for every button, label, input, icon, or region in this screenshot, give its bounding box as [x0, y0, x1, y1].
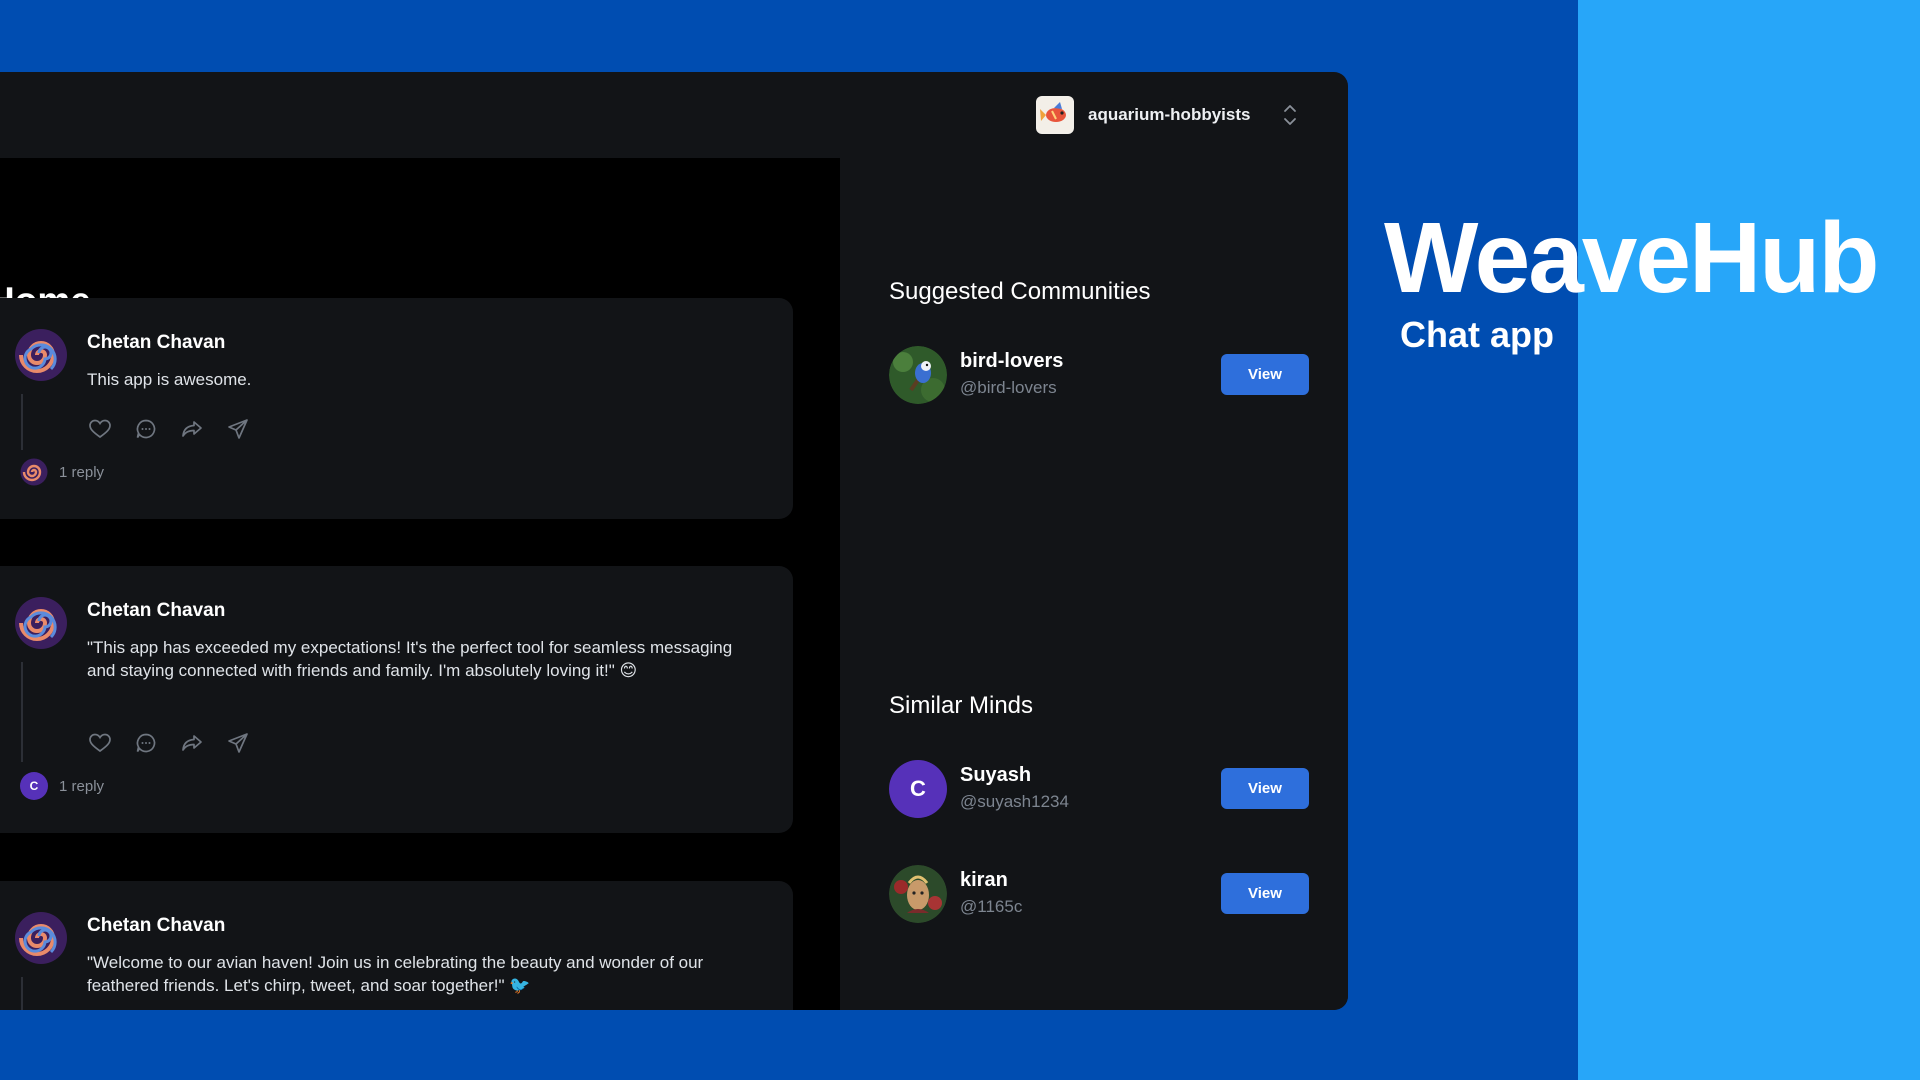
- post-author[interactable]: Chetan Chavan: [87, 915, 225, 937]
- app-window: aquarium-hobbyists Home Chetan Chavan Th…: [0, 72, 1348, 1010]
- view-community-button[interactable]: View: [1221, 354, 1309, 395]
- avatar[interactable]: [14, 596, 68, 650]
- brand-title: WeaveHub: [1384, 202, 1879, 314]
- organization-avatar: [1036, 96, 1074, 134]
- user-card: kiran @1165c View: [889, 865, 1309, 923]
- avatar[interactable]: [14, 328, 68, 382]
- reply-count: 1 reply: [59, 777, 105, 795]
- bird-image-icon: [889, 346, 947, 404]
- comment-icon[interactable]: [133, 730, 159, 756]
- chevron-updown-icon: [1284, 105, 1296, 125]
- reply-summary[interactable]: C 1 reply: [20, 772, 104, 800]
- fish-icon: [1038, 98, 1072, 132]
- thread-line: [21, 662, 23, 762]
- view-user-button[interactable]: View: [1221, 873, 1309, 914]
- brand-block: WeaveHub Chat app: [1384, 202, 1879, 355]
- suggested-communities-title: Suggested Communities: [889, 278, 1151, 305]
- brand-subtitle: Chat app: [1400, 314, 1555, 355]
- thread-line: [21, 394, 23, 450]
- share-icon[interactable]: [179, 416, 205, 442]
- post-content: "This app has exceeded my expectations! …: [87, 638, 733, 680]
- community-avatar: [889, 346, 947, 404]
- user-name[interactable]: Suyash: [960, 764, 1031, 787]
- avatar[interactable]: [14, 911, 68, 965]
- community-card: bird-lovers @bird-lovers View: [889, 346, 1309, 404]
- right-sidebar: Suggested Communities bird-lovers @bird-…: [840, 158, 1348, 1010]
- reply-avatar: [20, 458, 48, 486]
- user-name[interactable]: kiran: [960, 869, 1008, 892]
- post-content: This app is awesome.: [87, 370, 252, 389]
- reply-avatar: C: [20, 772, 48, 800]
- user-card: C Suyash @suyash1234 View: [889, 760, 1309, 818]
- top-bar: aquarium-hobbyists: [0, 72, 1348, 158]
- thread-card[interactable]: Chetan Chavan "This app has exceeded my …: [0, 566, 793, 833]
- reply-summary[interactable]: 1 reply: [20, 458, 104, 486]
- post-author[interactable]: Chetan Chavan: [87, 332, 225, 354]
- heart-icon[interactable]: [87, 416, 113, 442]
- post-actions: [87, 416, 251, 442]
- thread-line: [21, 977, 23, 1010]
- comment-icon[interactable]: [133, 416, 159, 442]
- heart-icon[interactable]: [87, 730, 113, 756]
- share-icon[interactable]: [179, 730, 205, 756]
- user-avatar: C: [889, 760, 947, 818]
- accent-background-panel: [1578, 0, 1920, 1080]
- send-icon[interactable]: [225, 730, 251, 756]
- organization-name: aquarium-hobbyists: [1088, 105, 1251, 124]
- view-user-button[interactable]: View: [1221, 768, 1309, 809]
- home-feed: Home Chetan Chavan This app is awesome.: [0, 158, 840, 1010]
- similar-minds-title: Similar Minds: [889, 692, 1034, 719]
- post-content: "Welcome to our avian haven! Join us in …: [87, 953, 704, 995]
- post-actions: [87, 730, 251, 756]
- thread-card[interactable]: Chetan Chavan "Welcome to our avian have…: [0, 881, 793, 1010]
- user-avatar: [889, 865, 947, 923]
- post-author[interactable]: Chetan Chavan: [87, 600, 225, 622]
- community-handle: @bird-lovers: [960, 378, 1057, 397]
- painted-portrait-icon: [889, 865, 947, 923]
- community-name[interactable]: bird-lovers: [960, 350, 1063, 373]
- reply-count: 1 reply: [59, 463, 105, 481]
- send-icon[interactable]: [225, 416, 251, 442]
- user-handle: @1165c: [960, 897, 1023, 916]
- thread-card[interactable]: Chetan Chavan This app is awesome. 1 rep…: [0, 298, 793, 519]
- user-handle: @suyash1234: [960, 792, 1069, 811]
- organization-switcher[interactable]: aquarium-hobbyists: [1036, 96, 1298, 134]
